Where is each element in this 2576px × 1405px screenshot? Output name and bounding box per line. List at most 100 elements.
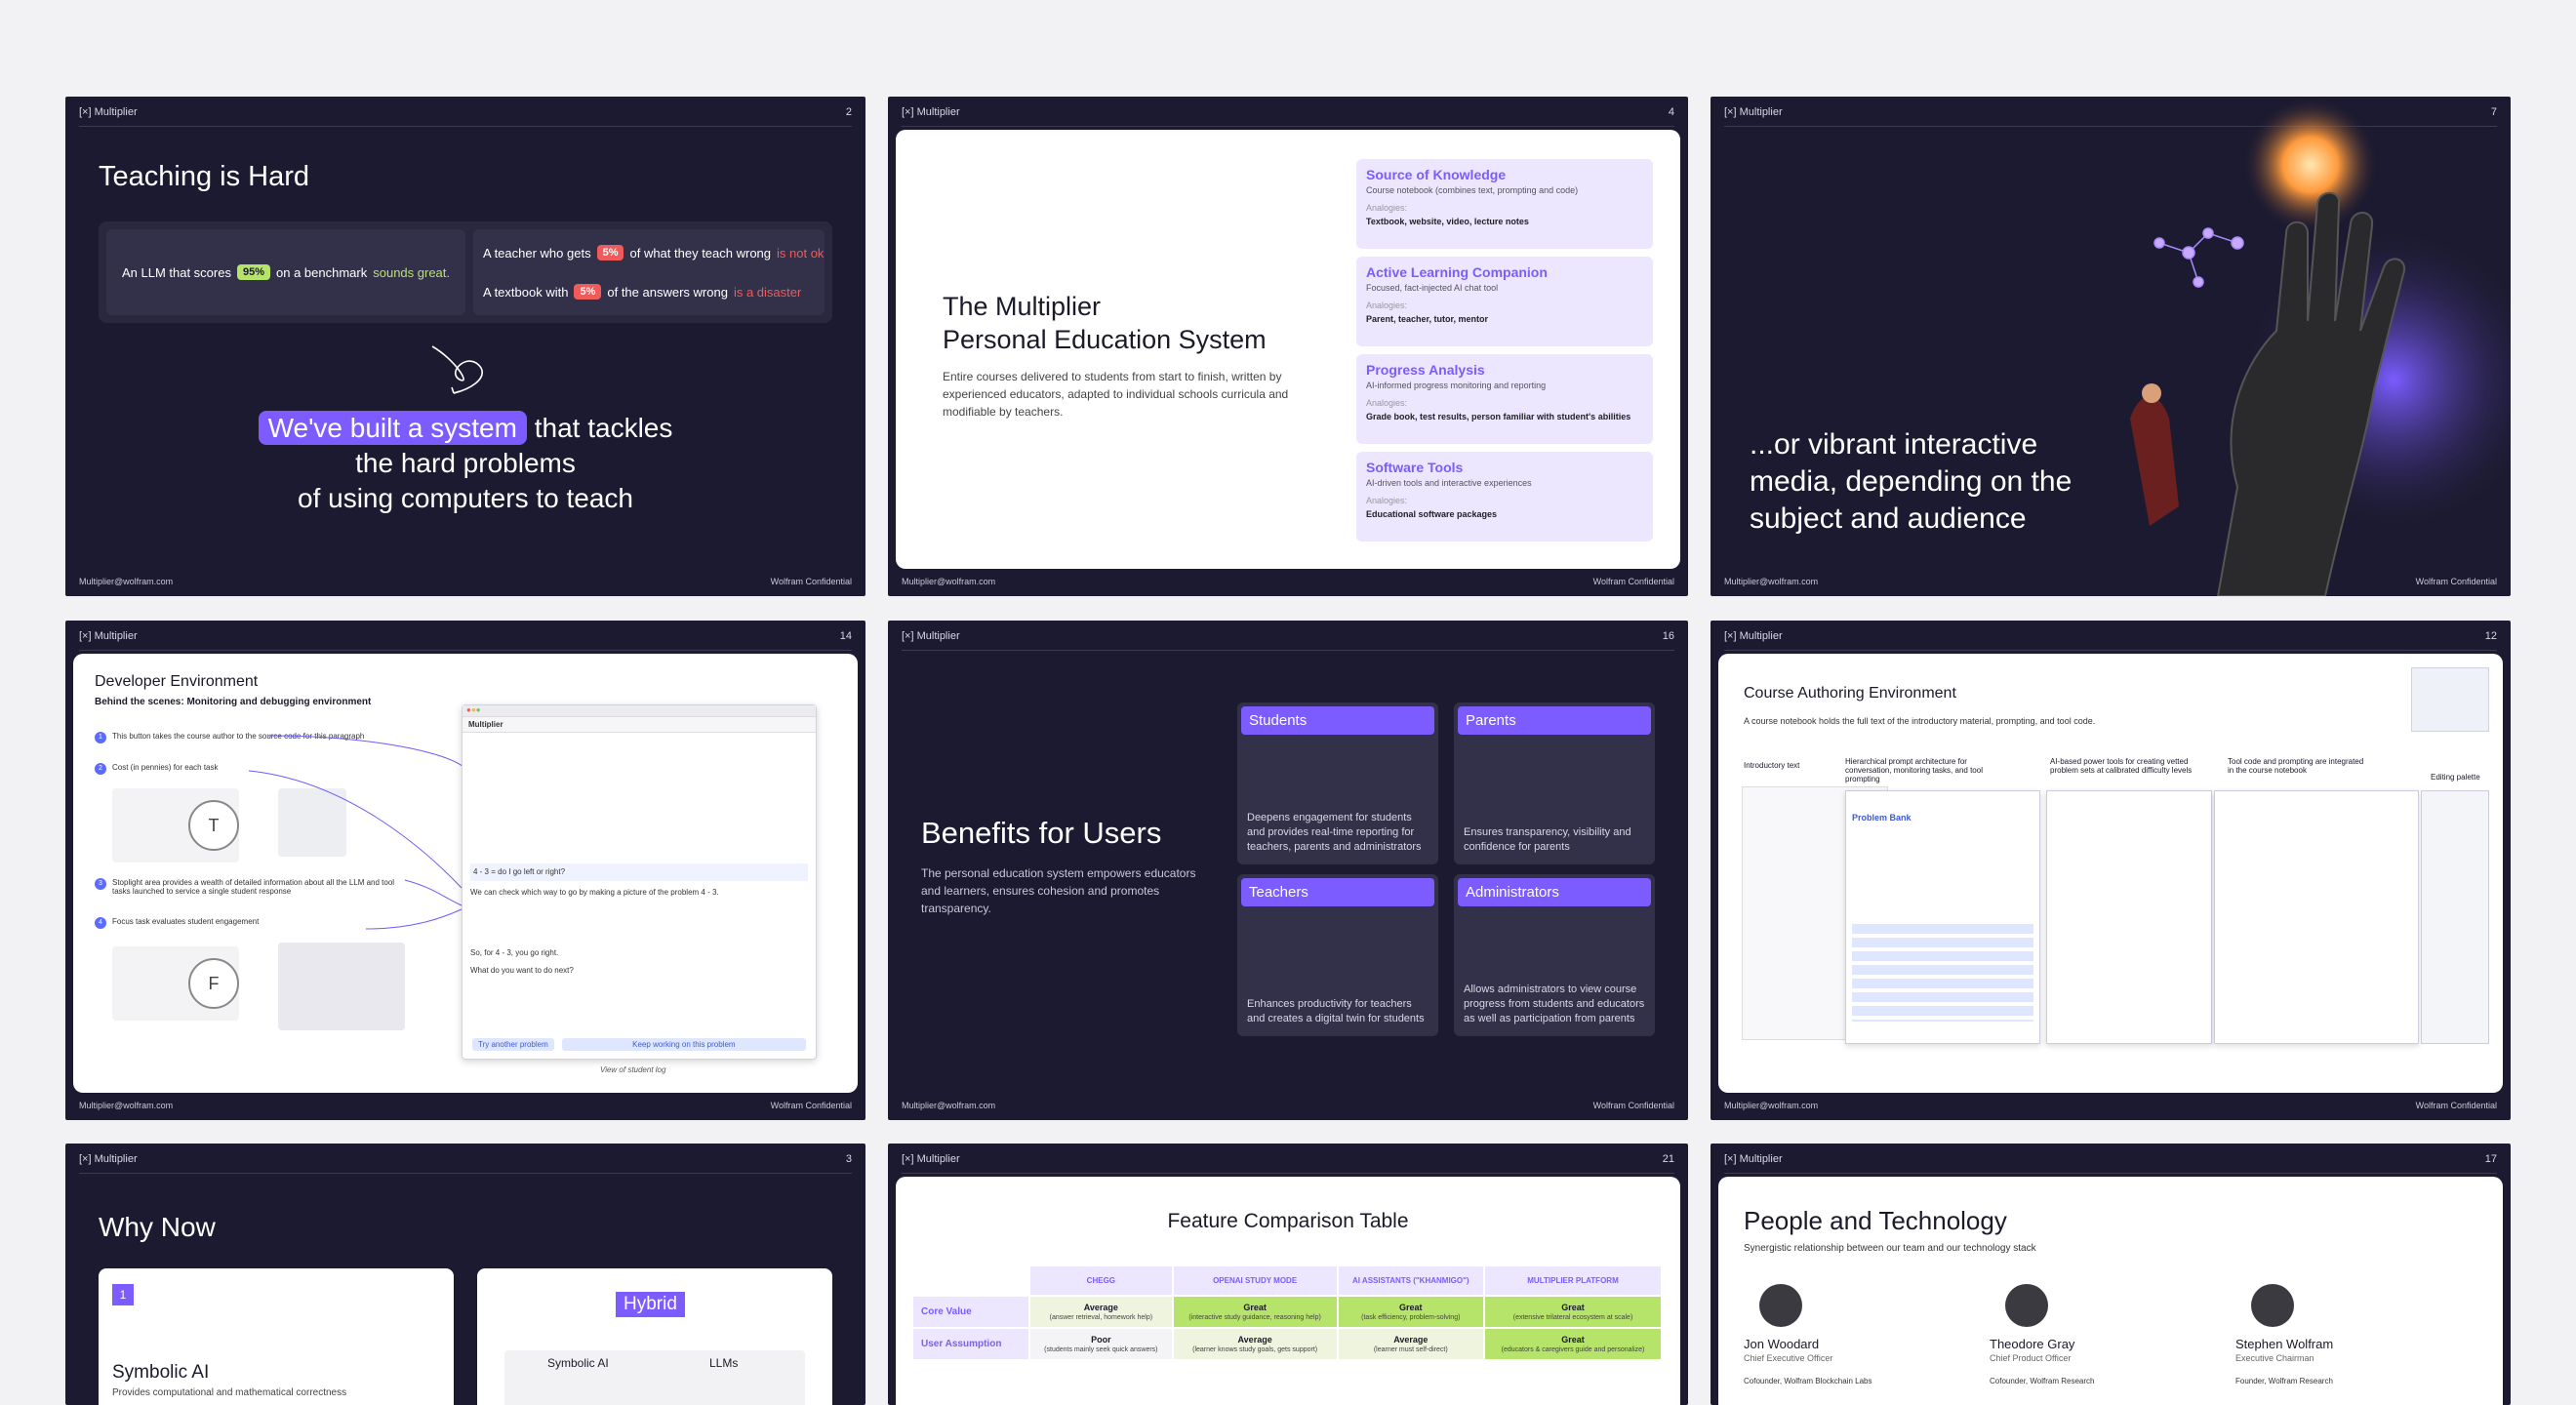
student-log-window[interactable]: ●●● Multiplier 4 - 3 = do I go left or r…: [462, 704, 817, 1060]
row-label: User Assumption: [911, 1327, 1030, 1361]
keep-working-button[interactable]: Keep working on this problem: [561, 1038, 806, 1051]
page-number: 17: [2484, 1153, 2497, 1165]
slide-title: People and Technology: [1744, 1206, 2007, 1235]
footer-confidential: Wolfram Confidential: [770, 577, 852, 586]
brand-logo: [×] Multiplier: [79, 106, 138, 118]
slide-personal-education-system[interactable]: [×] Multiplier 4 The Multiplier Personal …: [888, 97, 1688, 596]
analogies-label: Analogies:: [1366, 301, 1408, 310]
slide-subtitle: A course notebook holds the full text of…: [1744, 716, 2096, 726]
tagline: We've built a system that tackles the ha…: [65, 411, 865, 516]
table-column-header: CHEGG: [1028, 1264, 1174, 1297]
feature-subtitle: Course notebook (combines text, promptin…: [1366, 185, 1579, 195]
palette-thumb: [2411, 667, 2489, 732]
feature-box: Source of Knowledge Course notebook (comb…: [1356, 159, 1653, 249]
comparison-table: CHEGG OPENAI STUDY MODE AI ASSISTANTS ("KH…: [911, 1264, 1663, 1361]
slide-title: The Multiplier Personal Education System: [943, 292, 1267, 354]
card-title: Symbolic AI: [112, 1362, 210, 1383]
content-card: Course Authoring Environment A course no…: [1718, 654, 2503, 1093]
slide-people-technology[interactable]: [×] Multiplier 17 People and Technology S…: [1711, 1144, 2511, 1405]
try-another-button[interactable]: Try another problem: [472, 1038, 554, 1051]
person-note: Founder, Wolfram Research: [2235, 1377, 2333, 1385]
table-cell: Poor (students mainly seek quick answers): [1028, 1327, 1174, 1361]
row-label: Core Value: [911, 1295, 1030, 1329]
hero-hand-image: [2130, 97, 2511, 596]
analogies-label: Analogies:: [1366, 203, 1408, 213]
llm-score-badge: 95%: [236, 264, 270, 280]
table-cell: Great (extensive trilateral ecosystem at …: [1483, 1295, 1663, 1329]
log-caption: View of student log: [600, 1065, 666, 1074]
label-tool-code: Tool code and prompting are integrated i…: [2228, 757, 2364, 775]
table-cell: Average (learner knows study goals, gets …: [1171, 1327, 1339, 1361]
person-card: Stephen Wolfram Executive Chairman Founder…: [2235, 1274, 2460, 1385]
benefit-card-administrators: Administrators Allows administrators to v…: [1454, 874, 1655, 1036]
avatar: [1759, 1284, 1802, 1327]
hybrid-card: Hybrid Symbolic AI LLMs: [477, 1268, 832, 1405]
slide-caption: ...or vibrant interactive media, dependi…: [1750, 428, 2073, 535]
window-brand: Multiplier: [463, 717, 816, 733]
slide-feature-comparison[interactable]: [×] Multiplier 21 Feature Comparison Tabl…: [888, 1144, 1688, 1405]
page-number: 4: [1668, 106, 1674, 118]
feature-box: Software Tools AI-driven tools and intera…: [1356, 452, 1653, 542]
feature-title: Software Tools: [1366, 460, 1464, 475]
slide-course-authoring[interactable]: [×] Multiplier 12 Course Authoring Enviro…: [1711, 621, 2511, 1120]
person-role: Chief Product Officer: [1990, 1353, 2072, 1363]
feature-title: Active Learning Companion: [1366, 264, 1548, 280]
notebook-window-4[interactable]: [2214, 790, 2419, 1044]
feature-analogies: Textbook, website, video, lecture notes: [1366, 217, 1529, 226]
textbook-pct-badge: 5%: [574, 284, 602, 300]
label-power-tools: AI-based power tools for creating vetted…: [2050, 757, 2193, 775]
notebook-window-2[interactable]: Problem Bank: [1845, 790, 2040, 1044]
label-intro: Introductory text: [1744, 761, 1800, 770]
hybrid-badge: Hybrid: [616, 1292, 685, 1317]
problem-bank-label: Problem Bank: [1852, 813, 1912, 823]
page-number: 12: [2484, 630, 2497, 642]
editing-palette-panel[interactable]: [2421, 790, 2489, 1044]
benefit-card-body: Ensures transparency, visibility and con…: [1464, 826, 1631, 853]
symbolic-ai-card: 1 Symbolic AI Provides computational and…: [99, 1268, 454, 1405]
window-titlebar: ●●●: [463, 705, 816, 717]
slide-teaching-is-hard[interactable]: [×] Multiplier 2 Teaching is Hard An LLM …: [65, 97, 865, 596]
feature-subtitle: Focused, fact-injected AI chat tool: [1366, 283, 1499, 293]
person-note: Cofounder, Wolfram Blockchain Labs: [1744, 1377, 1872, 1385]
table-column-header: AI ASSISTANTS ("KHANMIGO"): [1336, 1264, 1486, 1297]
avatar: [2005, 1284, 2048, 1327]
page-number: 16: [1662, 630, 1674, 642]
feature-title: Source of Knowledge: [1366, 167, 1507, 182]
slide-title: Course Authoring Environment: [1744, 685, 1956, 702]
page-number: 3: [845, 1153, 852, 1165]
table-column-header: MULTIPLIER PLATFORM: [1483, 1264, 1663, 1297]
slide-title: Benefits for Users: [921, 816, 1162, 850]
brand-logo: [×] Multiplier: [902, 106, 960, 118]
comparison-panel: An LLM that scores 95% on a benchmark so…: [99, 221, 832, 323]
feature-box: Active Learning Companion Focused, fact-i…: [1356, 257, 1653, 346]
benefit-card-parents: Parents Ensures transparency, visibility …: [1454, 702, 1655, 864]
student-question: 4 - 3 = do I go left or right?: [470, 863, 808, 881]
table-column-header: OPENAI STUDY MODE: [1171, 1264, 1339, 1297]
brand-logo: [×] Multiplier: [1724, 1153, 1783, 1165]
brand-logo: [×] Multiplier: [902, 630, 960, 642]
person-name: Jon Woodard: [1744, 1337, 1820, 1351]
person-card: Jon Woodard Chief Executive Officer Cofoun…: [1744, 1274, 1968, 1385]
slide-developer-environment[interactable]: [×] Multiplier 14 Developer Environment B…: [65, 621, 865, 1120]
table-row: User Assumption Poor (students mainly seek…: [911, 1327, 1663, 1361]
teacher-pct-badge: 5%: [596, 245, 624, 261]
notebook-window-3[interactable]: [2046, 790, 2212, 1044]
table-cell: Great (task efficiency, problem-solving): [1336, 1295, 1486, 1329]
number-badge: 1: [112, 1284, 134, 1305]
slide-title: Feature Comparison Table: [1167, 1210, 1409, 1232]
label-palette: Editing palette: [2431, 773, 2480, 782]
table-header-row: CHEGG OPENAI STUDY MODE AI ASSISTANTS ("KH…: [912, 1264, 1663, 1297]
brand-logo: [×] Multiplier: [1724, 630, 1783, 642]
slide-description: The personal education system empowers e…: [921, 866, 1196, 915]
benefit-card-teachers: Teachers Enhances productivity for teache…: [1237, 874, 1438, 1036]
teacher-box: A teacher who gets 5% of what they teach…: [473, 229, 825, 315]
brand-logo: [×] Multiplier: [1724, 106, 1783, 118]
slide-why-now[interactable]: [×] Multiplier 3 Why Now 1 Symbolic AI Pr…: [65, 1144, 865, 1405]
slide-benefits-for-users[interactable]: [×] Multiplier 16 Benefits for Users The …: [888, 621, 1688, 1120]
benefit-card-body: Deepens engagement for students and prov…: [1247, 812, 1422, 853]
slide-grid: [×] Multiplier 2 Teaching is Hard An LLM …: [0, 0, 2576, 1405]
slide-interactive-media[interactable]: [×] Multiplier 7 ...or vibrant interactiv…: [1711, 97, 2511, 596]
table-cell: Average (learner must self-direct): [1336, 1327, 1486, 1361]
slide-subtitle: Synergistic relationship between our tea…: [1744, 1243, 2036, 1254]
benefit-card-body: Enhances productivity for teachers and c…: [1247, 998, 1425, 1024]
